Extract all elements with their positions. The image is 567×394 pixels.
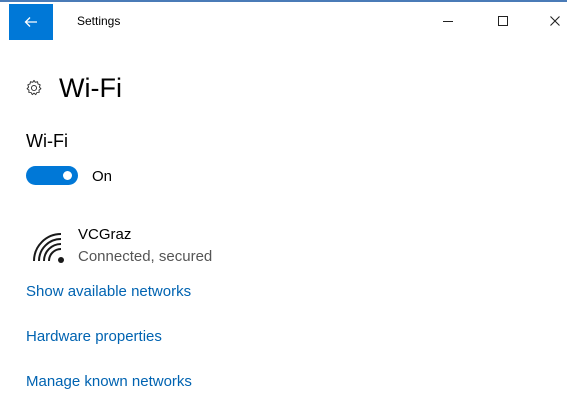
minimize-icon — [443, 21, 453, 22]
gear-icon — [26, 79, 42, 96]
wifi-section-title: Wi-Fi — [26, 131, 68, 151]
toggle-knob — [63, 171, 72, 180]
close-button[interactable] — [540, 10, 567, 32]
network-name: VCGraz — [78, 226, 132, 243]
app-title: Settings — [77, 14, 121, 28]
title-bar: Settings — [0, 2, 567, 40]
manage-known-networks-link[interactable]: Manage known networks — [26, 373, 192, 390]
back-arrow-icon — [24, 17, 37, 27]
close-icon — [550, 16, 560, 26]
maximize-button[interactable] — [488, 10, 518, 32]
minimize-button[interactable] — [433, 10, 463, 32]
page-title: Wi-Fi — [59, 72, 122, 103]
maximize-icon — [498, 16, 508, 26]
network-status: Connected, secured — [78, 248, 213, 265]
wifi-toggle[interactable] — [26, 166, 78, 185]
page-header: Wi-Fi — [25, 70, 122, 106]
back-button[interactable] — [9, 4, 53, 40]
wifi-signal-icon — [33, 233, 64, 263]
wifi-toggle-state: On — [92, 168, 113, 185]
hardware-properties-link[interactable]: Hardware properties — [26, 328, 162, 345]
connected-network[interactable]: VCGraz Connected, secured — [26, 226, 326, 268]
show-available-networks-link[interactable]: Show available networks — [26, 283, 191, 300]
